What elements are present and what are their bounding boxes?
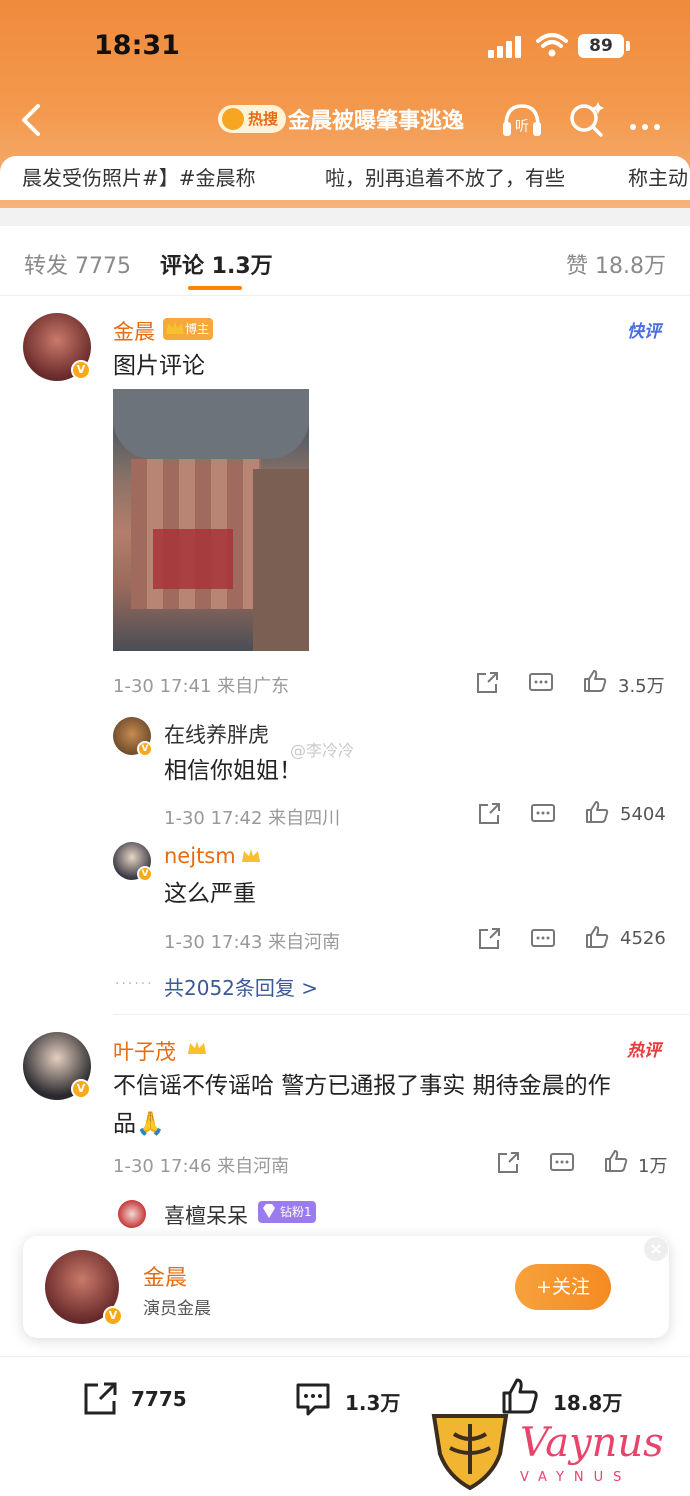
follow-description: 演员金晨 [143,1299,211,1319]
like-count: 3.5万 [618,676,665,697]
repost-icon[interactable] [80,1379,120,1419]
brand-wordmark: Vaynus [520,1420,664,1466]
ticker-text: 称主动 [628,166,688,190]
repost-count[interactable]: 7775 [131,1387,187,1411]
photo-injury [153,529,233,589]
more-options-button[interactable] [630,115,670,130]
tab-active-indicator [188,286,242,290]
photo-hair [253,469,309,651]
like-count[interactable]: 18.8万 [553,1387,622,1416]
verified-badge-icon: V [71,1079,91,1099]
fan-tag-label: 钻粉1 [280,1205,312,1219]
comment-text-line2: 品🙏 [113,1111,165,1137]
reply-icon[interactable] [549,1150,575,1176]
follow-card[interactable]: V 金晨 演员金晨 +关注 [23,1236,669,1338]
battery-tip [626,41,630,51]
share-icon[interactable] [495,1150,521,1176]
crown-icon [188,1041,206,1054]
search-icon[interactable] [566,100,606,140]
like-icon[interactable] [584,924,610,950]
hot-search-badge[interactable]: 热搜 [218,105,287,133]
divider [113,1014,690,1015]
comment-photo[interactable] [113,389,309,651]
comment-count[interactable]: 1.3万 [345,1387,400,1416]
ticker-text: 啦，别再追着不放了，有些 [325,166,565,190]
battery-icon: 89 [578,34,624,58]
reply-dots: ······ [115,976,154,992]
svg-text:听: 听 [515,119,529,135]
like-icon[interactable] [584,799,610,825]
comment-meta: 1-30 17:41 来自广东 [113,676,290,697]
comment-text-line1: 不信谣不传谣哈 警方已通报了事实 期待金晨的作 [113,1073,611,1099]
ticker-text: 晨发受伤照片#】#金晨称 [22,166,256,190]
share-icon[interactable] [474,670,500,696]
share-icon[interactable] [476,926,502,952]
topic-ticker[interactable]: 晨发受伤照片#】#金晨称 啦，别再追着不放了，有些 称主动 [0,156,690,200]
more-replies-link[interactable]: 共2052条回复 > [164,972,318,1001]
reply-icon[interactable] [530,926,556,952]
like-icon[interactable] [582,668,608,694]
verified-badge-icon: V [103,1306,123,1326]
crown-icon [166,321,184,334]
crown-icon [242,849,260,862]
tab-comments[interactable]: 评论 1.3万 [160,248,273,280]
hot-search-icon [222,108,244,130]
hot-comment-badge: 热评 [627,1041,661,1061]
comment-text: 图片评论 [113,353,205,379]
brand-logo [431,1414,509,1490]
photo-hat [113,389,309,459]
tab-bar: 转发 7775 评论 1.3万 赞 18.8万 [0,226,690,296]
tab-likes[interactable]: 赞 18.8万 [566,248,666,280]
blogger-tag-label: 博主 [185,322,210,336]
comment-author[interactable]: 叶子茂 [113,1036,176,1066]
battery-level: 89 [589,36,613,56]
tab-repost[interactable]: 转发 7775 [24,248,131,280]
close-icon[interactable] [643,1236,669,1262]
reply-meta: 1-30 17:43 来自河南 [164,932,341,953]
reply-icon[interactable] [528,670,554,696]
follow-name[interactable]: 金晨 [143,1260,187,1292]
follow-button[interactable]: +关注 [515,1264,611,1310]
reply-author[interactable]: 在线养胖虎 [164,719,269,749]
hot-search-label: 热搜 [248,110,279,128]
status-time: 18:31 [94,30,180,61]
like-count: 5404 [620,804,666,825]
brand-subtitle: VAYNUS [520,1470,632,1485]
comment-meta: 1-30 17:46 来自河南 [113,1156,290,1177]
header: 18:31 89 热搜 金晨被曝肇事逃逸 听 晨发受伤照片#】#金晨称 啦，别再… [0,0,690,208]
verified-badge-icon: V [137,741,153,757]
like-icon[interactable] [603,1148,629,1174]
reply-text: 这么严重 [164,881,256,907]
verified-badge-icon: V [137,866,153,882]
share-icon[interactable] [476,801,502,827]
signal-icon [488,36,524,58]
reply-author[interactable]: nejtsm [164,844,236,868]
like-count: 4526 [620,928,666,949]
comment-author[interactable]: 金晨 [113,316,155,346]
back-button[interactable] [14,100,50,140]
like-count: 1万 [638,1156,668,1177]
listen-icon[interactable]: 听 [500,100,544,140]
comment-icon[interactable] [293,1379,333,1419]
quick-comment-badge: 快评 [627,322,661,342]
topic-title[interactable]: 金晨被曝肇事逃逸 [288,103,464,135]
reply-text: 相信你姐姐！ [164,758,302,784]
reply-meta: 1-30 17:42 来自四川 [164,808,341,829]
verified-badge-icon: V [71,360,91,380]
diamond-icon [263,1204,275,1218]
wifi-icon [536,33,568,57]
reply-icon[interactable] [530,801,556,827]
reply-avatar[interactable] [118,1200,146,1228]
section-gap [0,208,690,226]
reply-author[interactable]: 喜檀呆呆 [164,1200,248,1230]
